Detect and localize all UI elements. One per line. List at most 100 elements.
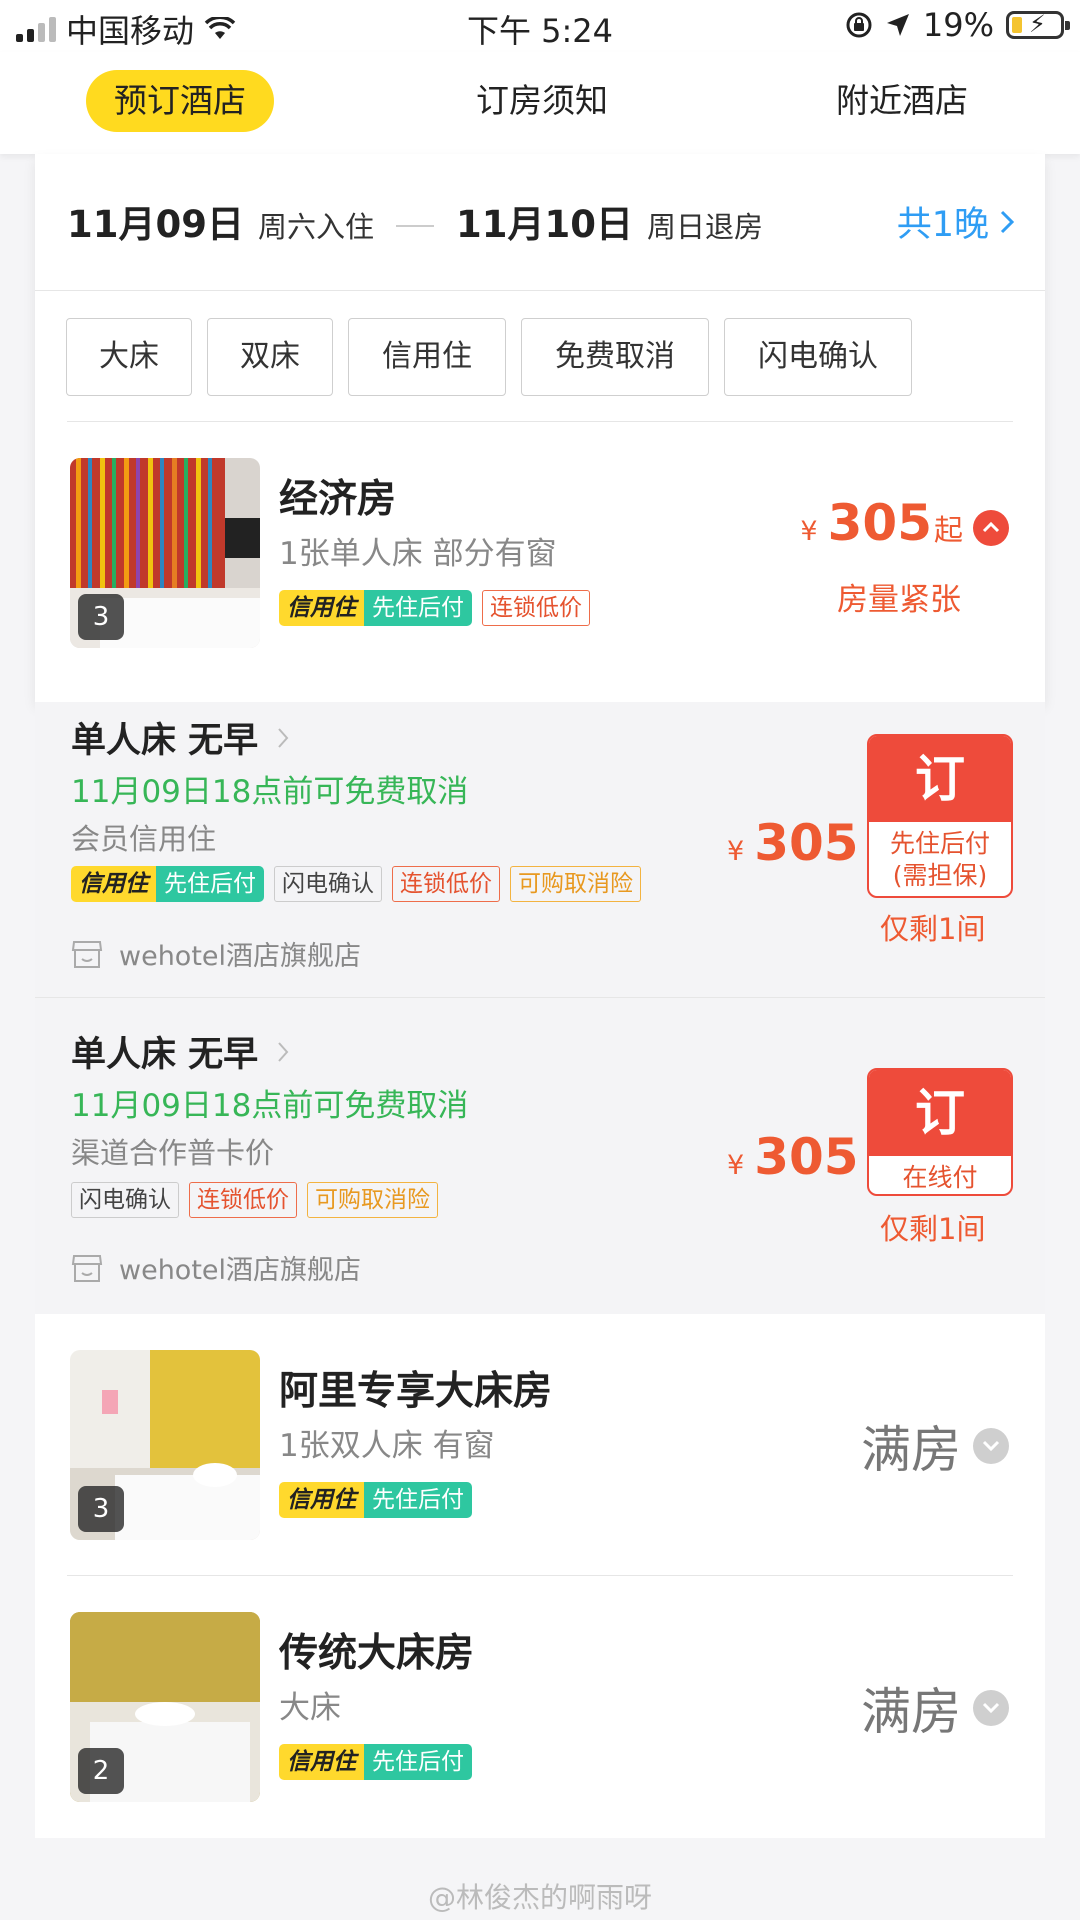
rate-title-row[interactable]: 单人床 无早 <box>71 1026 290 1077</box>
photo-count: 2 <box>78 1748 124 1794</box>
checkin-label: 周六入住 <box>257 210 374 244</box>
tab-nearby-hotels[interactable]: 附近酒店 <box>822 70 982 132</box>
rate-tags: 闪电确认 连锁低价 可购取消险 <box>71 1182 438 1218</box>
chain-low-price-tag: 连锁低价 <box>189 1182 297 1218</box>
credit-tag-a: 信用住 <box>279 1482 364 1518</box>
room-status-full[interactable]: 满房 <box>861 1410 1009 1482</box>
credit-stay-tag: 信用住 先住后付 <box>279 590 472 626</box>
currency-symbol: ¥ <box>800 516 818 547</box>
rate-title: 单人床 无早 <box>71 1035 259 1075</box>
photo-count: 3 <box>78 594 124 640</box>
location-icon <box>886 14 909 36</box>
room-tags: 信用住 先住后付 <box>279 1482 472 1518</box>
expand-icon <box>973 1428 1009 1464</box>
checkout-label: 周日退房 <box>646 210 763 244</box>
top-tabs: 预订酒店 订房须知 附近酒店 <box>0 52 1080 154</box>
nights-count: 共1晚 <box>896 205 989 245</box>
date-separator <box>396 225 434 227</box>
credit-tag-b: 先住后付 <box>364 1482 472 1518</box>
room-photo-economy[interactable]: 3 <box>70 458 260 648</box>
battery-percent: 19% <box>922 6 994 44</box>
rate-tags: 信用住 先住后付 闪电确认 连锁低价 可购取消险 <box>71 866 641 902</box>
rate-description: 会员信用住 <box>71 822 217 856</box>
rate-description: 渠道合作普卡价 <box>71 1136 275 1170</box>
photo-count: 3 <box>78 1486 124 1532</box>
chain-low-price-tag: 连锁低价 <box>392 866 500 902</box>
payment-method: 先住后付 (需担保) <box>869 822 1011 896</box>
book-button[interactable]: 订 在线付 <box>867 1068 1013 1196</box>
stay-dates[interactable]: 11月09日 周六入住 11月10日 周日退房 <box>67 194 763 248</box>
price-value: 305 <box>827 494 932 552</box>
collapse-icon[interactable] <box>973 510 1009 546</box>
room-title[interactable]: 阿里专享大床房 <box>279 1360 552 1416</box>
room-list: 3 阿里专享大床房 1张双人床 有窗 信用住 先住后付 满房 2 传统大床房 大床… <box>35 1314 1045 1838</box>
room-title[interactable]: 传统大床房 <box>279 1622 474 1678</box>
rate-plan-1[interactable]: 单人床 无早 11月09日18点前可免费取消 会员信用住 信用住 先住后付 闪电确… <box>35 702 1045 998</box>
cancel-insurance-tag: 可购取消险 <box>307 1182 438 1218</box>
room-tags: 信用住 先住后付 连锁低价 <box>279 590 590 626</box>
credit-tag-a: 信用住 <box>279 1744 364 1780</box>
status-icons: 19% ⚡ <box>845 6 1070 44</box>
filter-credit-stay[interactable]: 信用住 <box>348 318 506 396</box>
credit-tag-a: 信用住 <box>279 590 364 626</box>
divider <box>67 421 1013 422</box>
room-photo-ali-king[interactable]: 3 <box>70 1350 260 1540</box>
status-bar: 中国移动 下午 5:24 19% ⚡ <box>0 0 1080 52</box>
room-tags: 信用住 先住后付 <box>279 1744 472 1780</box>
chevron-right-icon <box>1000 210 1015 233</box>
rate-title-row[interactable]: 单人床 无早 <box>71 712 290 763</box>
tab-booking-notes[interactable]: 订房须知 <box>462 70 622 132</box>
payment-line-1: 先住后付 <box>889 829 990 858</box>
credit-stay-tag: 信用住 先住后付 <box>279 1482 472 1518</box>
room-description: 1张单人床 部分有窗 <box>279 536 557 572</box>
checkin-date: 11月09日 <box>67 203 244 246</box>
book-label: 订 <box>869 736 1011 822</box>
price-value: 305 <box>754 1128 859 1186</box>
rooms-remaining: 仅剩1间 <box>880 1212 986 1246</box>
expand-icon <box>973 1690 1009 1726</box>
room-description: 大床 <box>279 1690 341 1726</box>
filter-free-cancel[interactable]: 免费取消 <box>521 318 709 396</box>
store-icon <box>71 940 103 968</box>
payment-line-2: (需担保) <box>892 861 988 890</box>
chevron-right-icon <box>278 727 289 748</box>
credit-stay-tag: 信用住 先住后付 <box>71 866 264 902</box>
rotation-lock-icon <box>846 12 872 38</box>
filter-twin-bed[interactable]: 双床 <box>207 318 333 396</box>
room-photo-traditional-king[interactable]: 2 <box>70 1612 260 1802</box>
room-status-full[interactable]: 满房 <box>861 1672 1009 1744</box>
credit-tag-b: 先住后付 <box>364 1744 472 1780</box>
instant-confirm-tag: 闪电确认 <box>71 1182 179 1218</box>
filter-instant-confirm[interactable]: 闪电确认 <box>724 318 912 396</box>
room-title[interactable]: 经济房 <box>279 468 396 524</box>
full-label: 满房 <box>861 1421 961 1479</box>
price-from-label: 起 <box>933 513 963 547</box>
chain-low-price-tag: 连锁低价 <box>482 590 590 626</box>
store-name: wehotel酒店旗舰店 <box>119 1255 362 1286</box>
full-label: 满房 <box>861 1683 961 1741</box>
store-name: wehotel酒店旗舰店 <box>119 941 362 972</box>
rate-price: ¥ 305 <box>727 1128 859 1186</box>
credit-tag-b: 先住后付 <box>364 590 472 626</box>
credit-stay-tag: 信用住 先住后付 <box>279 1744 472 1780</box>
nights-selector[interactable]: 共1晚 <box>897 196 1015 247</box>
checkout-date: 11月10日 <box>456 203 633 246</box>
divider <box>67 1575 1013 1576</box>
filter-king-bed[interactable]: 大床 <box>66 318 192 396</box>
room-price[interactable]: ¥ 305 起 <box>800 494 1009 552</box>
watermark: @林俊杰的啊雨呀 <box>427 1881 652 1914</box>
rooms-remaining: 仅剩1间 <box>880 912 986 946</box>
room-description: 1张双人床 有窗 <box>279 1428 495 1464</box>
cancel-insurance-tag: 可购取消险 <box>510 866 641 902</box>
store-info: wehotel酒店旗舰店 <box>71 1248 361 1287</box>
book-button[interactable]: 订 先住后付 (需担保) <box>867 734 1013 898</box>
rate-price: ¥ 305 <box>727 814 859 872</box>
battery-icon: ⚡ <box>1006 10 1070 39</box>
divider <box>35 290 1045 291</box>
rate-plan-2[interactable]: 单人床 无早 11月09日18点前可免费取消 渠道合作普卡价 闪电确认 连锁低价… <box>35 998 1045 1314</box>
credit-tag-b: 先住后付 <box>156 866 264 902</box>
room-card-economy: 11月09日 周六入住 11月10日 周日退房 共1晚 大床 双床 信用住 免费… <box>35 154 1045 702</box>
free-cancel-note: 11月09日18点前可免费取消 <box>71 774 469 810</box>
payment-method: 在线付 <box>902 1163 978 1192</box>
tab-book-hotel[interactable]: 预订酒店 <box>86 70 274 132</box>
